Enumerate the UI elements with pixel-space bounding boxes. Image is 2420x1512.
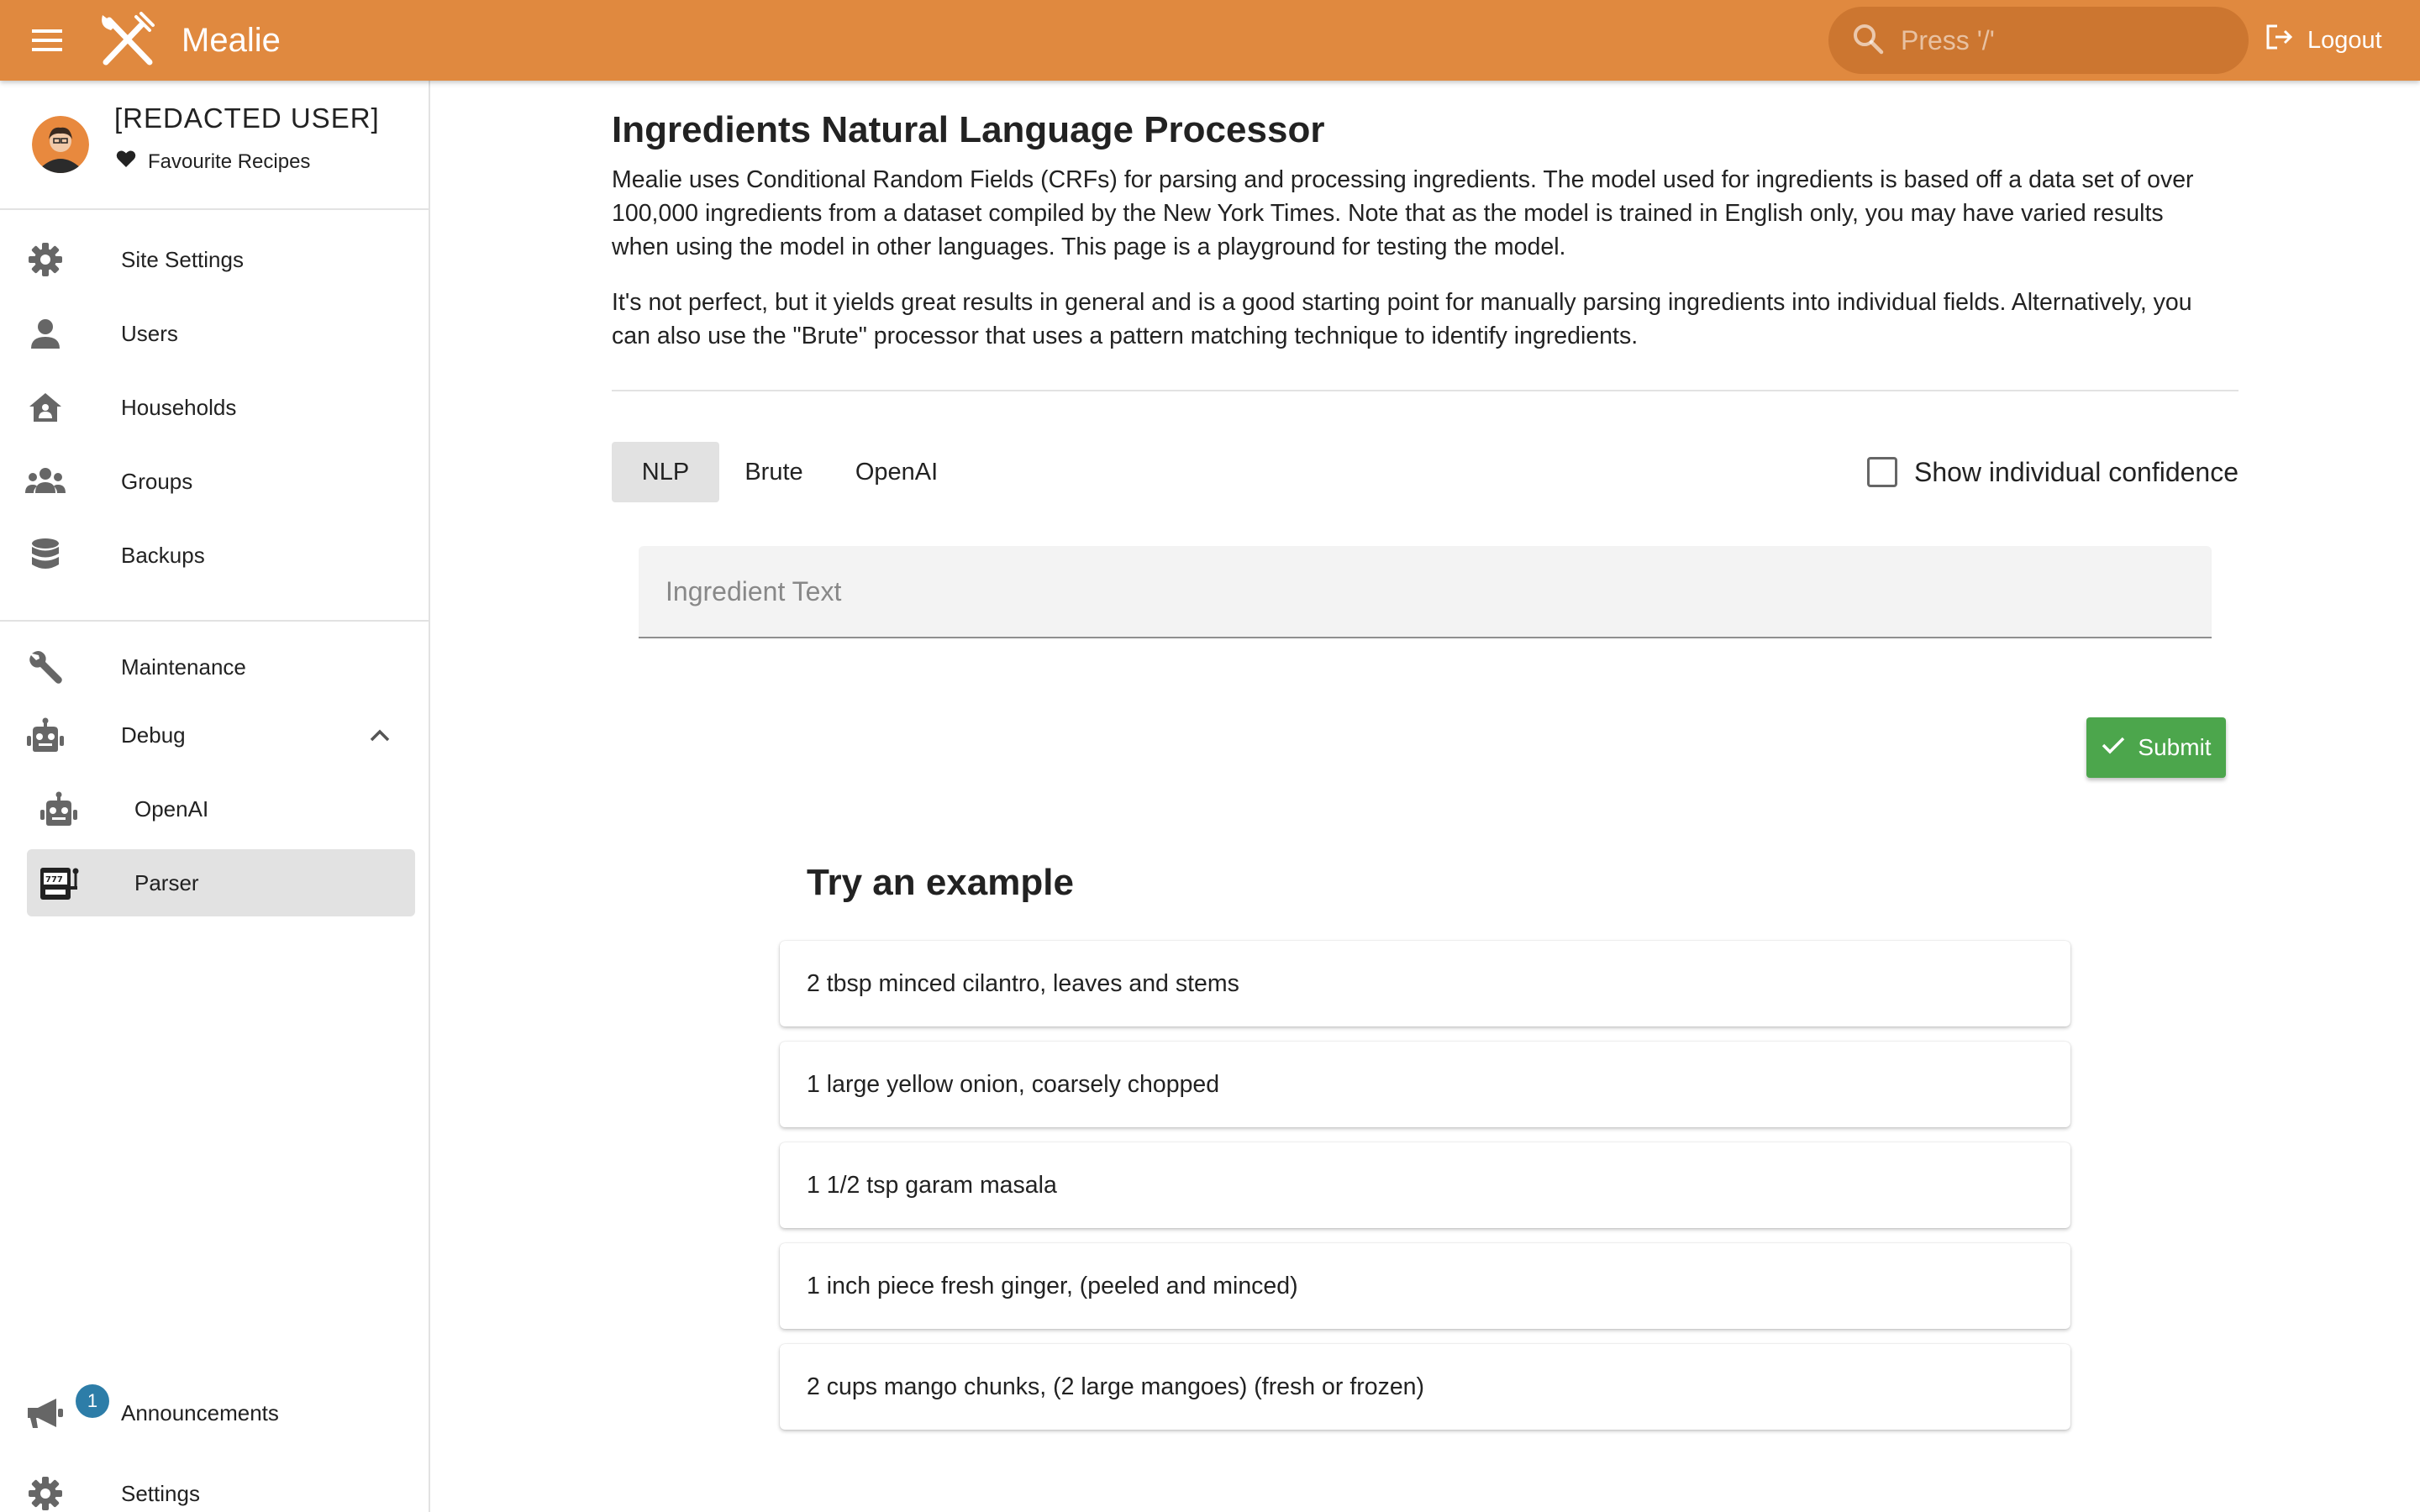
sidebar-item-backups[interactable]: Backups — [0, 522, 429, 589]
show-confidence-label: Show individual confidence — [1913, 456, 2238, 487]
example-card[interactable]: 1 large yellow onion, coarsely chopped — [780, 1042, 2070, 1127]
sidebar-item-openai[interactable]: OpenAI — [0, 775, 429, 843]
sidebar-item-label: Groups — [121, 468, 193, 494]
svg-text:777: 777 — [45, 875, 63, 885]
user-name: [REDACTED USER] — [114, 102, 380, 134]
show-confidence-checkbox[interactable] — [1866, 457, 1897, 487]
page-title: Ingredients Natural Language Processor — [612, 109, 1325, 150]
tab-brute[interactable]: Brute — [719, 442, 829, 502]
menu-icon[interactable] — [24, 20, 71, 60]
sidebar-item-households[interactable]: Households — [0, 374, 429, 441]
app-bar: Mealie Logout — [0, 0, 2420, 81]
submit-button[interactable]: Submit — [2086, 717, 2226, 778]
ingredient-text-field[interactable] — [639, 546, 2212, 638]
search-input[interactable] — [1901, 24, 2220, 56]
sidebar-item-debug[interactable]: Debug — [0, 701, 429, 769]
sidebar-item-label: OpenAI — [134, 795, 209, 822]
sidebar: [REDACTED USER] Favourite Recipes Site S… — [0, 81, 430, 1512]
gear-icon — [25, 241, 66, 278]
examples-title: Try an example — [807, 862, 1074, 903]
tab-openai[interactable]: OpenAI — [829, 442, 965, 502]
app-brand[interactable]: Mealie — [182, 18, 281, 62]
slot-machine-icon: 777 — [39, 864, 79, 901]
wrench-icon — [25, 648, 66, 685]
user-icon — [25, 315, 66, 352]
sidebar-item-label: Announcements — [121, 1399, 279, 1425]
sidebar-item-label: Debug — [121, 722, 186, 748]
tab-nlp[interactable]: NLP — [612, 442, 719, 502]
processor-tabs: NLP Brute OpenAI — [612, 442, 965, 502]
sidebar-item-label: Users — [121, 320, 178, 346]
robot-icon — [25, 717, 66, 753]
description-paragraph: Mealie uses Conditional Random Fields (C… — [612, 166, 2194, 260]
user-block: [REDACTED USER] Favourite Recipes — [0, 81, 429, 208]
heart-icon — [116, 150, 136, 174]
sidebar-item-label: Maintenance — [121, 654, 246, 680]
sidebar-item-site-settings[interactable]: Site Settings — [0, 226, 429, 293]
mealie-logo-icon[interactable] — [97, 12, 158, 69]
search-icon — [1852, 23, 1884, 59]
avatar[interactable] — [32, 116, 89, 173]
sidebar-item-announcements[interactable]: 1 Announcements — [0, 1379, 429, 1446]
sidebar-item-groups[interactable]: Groups — [0, 448, 429, 515]
gear-icon — [25, 1475, 66, 1512]
example-card[interactable]: 1 1/2 tsp garam masala — [780, 1142, 2070, 1228]
announcements-badge: 1 — [76, 1384, 109, 1418]
search-box[interactable] — [1828, 7, 2249, 74]
sidebar-item-label: Settings — [121, 1480, 200, 1506]
sidebar-item-users[interactable]: Users — [0, 300, 429, 367]
logout-label: Logout — [2307, 26, 2382, 54]
robot-icon — [39, 790, 79, 827]
favourite-recipes-label: Favourite Recipes — [148, 150, 311, 173]
home-icon — [25, 389, 66, 426]
sidebar-item-parser[interactable]: 777 Parser — [27, 849, 415, 916]
logout-icon — [2265, 24, 2294, 57]
section-divider — [612, 390, 2238, 391]
sidebar-item-label: Parser — [134, 869, 199, 895]
check-icon — [2101, 734, 2126, 761]
sidebar-item-label: Households — [121, 394, 237, 420]
submit-label: Submit — [2138, 734, 2212, 760]
sidebar-divider — [0, 208, 429, 210]
favourite-recipes-link[interactable]: Favourite Recipes — [116, 150, 310, 174]
show-confidence-toggle[interactable]: Show individual confidence — [1866, 449, 2238, 496]
sidebar-item-settings[interactable]: Settings — [0, 1460, 429, 1512]
example-card[interactable]: 2 tbsp minced cilantro, leaves and stems — [780, 941, 2070, 1026]
example-card[interactable]: 1 inch piece fresh ginger, (peeled and m… — [780, 1243, 2070, 1329]
database-icon — [25, 537, 66, 574]
megaphone-icon: 1 — [25, 1384, 109, 1431]
example-card[interactable]: 2 cups mango chunks, (2 large mangoes) (… — [780, 1344, 2070, 1430]
sidebar-item-label: Site Settings — [121, 246, 244, 272]
sidebar-item-maintenance[interactable]: Maintenance — [0, 633, 429, 701]
sidebar-divider — [0, 620, 429, 622]
logout-button[interactable]: Logout — [2265, 17, 2382, 64]
sidebar-item-label: Backups — [121, 542, 205, 568]
ingredient-text-input[interactable] — [639, 546, 2212, 637]
group-icon — [25, 463, 66, 500]
chevron-up-icon[interactable] — [366, 723, 393, 747]
description-paragraph: It's not perfect, but it yields great re… — [612, 289, 2192, 349]
